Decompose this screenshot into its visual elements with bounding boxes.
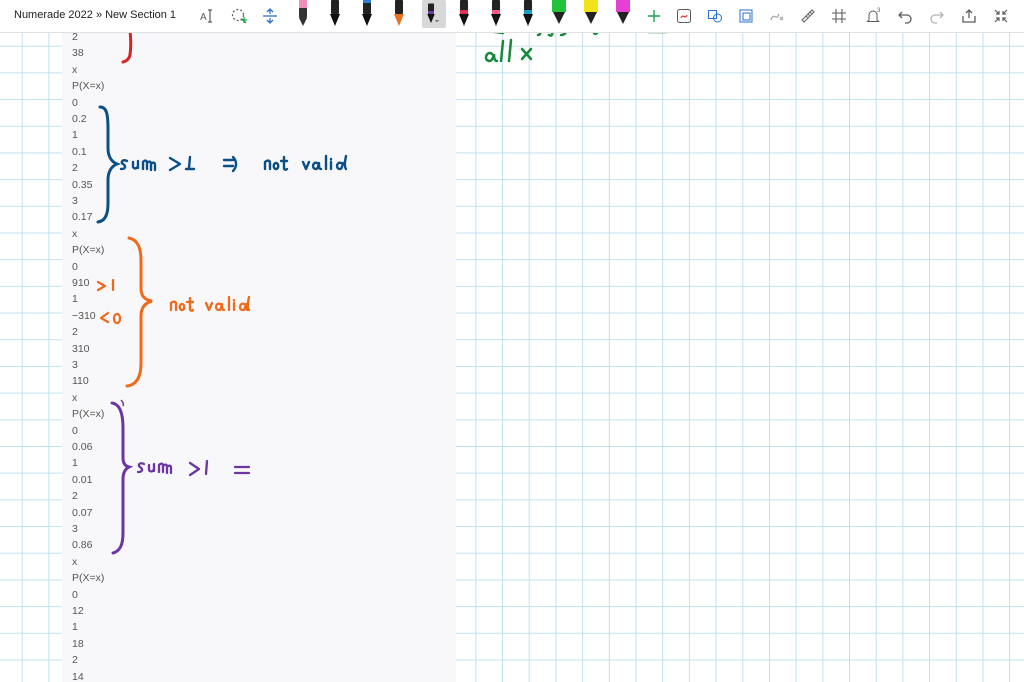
svg-text:3: 3 (877, 8, 881, 14)
pasted-line: P(X=x) (72, 80, 105, 93)
pasted-line: x (72, 63, 78, 76)
pasted-line: 3 (72, 195, 78, 207)
rule-lines-icon[interactable] (828, 5, 850, 27)
pasted-line: 0 (72, 424, 78, 437)
collapse-ribbon-icon[interactable] (990, 5, 1012, 27)
pasted-line: 0.17 (72, 211, 93, 224)
pasted-line: 38 (72, 47, 84, 60)
ink-to-math-icon[interactable] (766, 5, 788, 27)
pasted-line: 3 (72, 523, 78, 535)
pasted-line: 0 (72, 588, 78, 601)
pasted-line: 0.1 (72, 145, 87, 158)
pasted-line: 110 (72, 375, 89, 388)
pasted-line: 1 (72, 293, 78, 306)
highlighter-yellow[interactable] (582, 0, 600, 28)
pasted-line: 0.86 (72, 539, 93, 552)
shapes-icon[interactable] (704, 5, 726, 27)
pasted-line: −310 (72, 309, 96, 322)
pasted-line: P(X=x) (72, 408, 105, 421)
pasted-line: 1 (72, 621, 78, 634)
insert-space-icon[interactable] (259, 5, 281, 27)
pen-purple-selected[interactable] (422, 0, 446, 28)
svg-text:A: A (200, 12, 207, 23)
pasted-line: 2 (72, 33, 78, 43)
sum-all-x-ink (484, 33, 667, 63)
pasted-line: 0 (72, 260, 78, 273)
pasted-line: x (72, 227, 78, 240)
pasted-line: P(X=x) (72, 244, 105, 257)
ink-to-shape-icon[interactable] (735, 5, 757, 27)
pasted-line: 14 (72, 670, 84, 682)
pen-pink-2[interactable] (487, 0, 505, 28)
ink-to-text-icon[interactable]: A (197, 5, 219, 27)
ruler-icon[interactable] (797, 5, 819, 27)
pasted-line: 3 (72, 359, 78, 371)
pasted-line: x (72, 391, 78, 404)
pasted-line: 1 (72, 457, 78, 470)
ribbon-toolbar: Numerade 2022 » New Section 1 A 3 (0, 0, 1024, 33)
pasted-line: 12 (72, 605, 84, 617)
ink-replay-icon[interactable] (673, 5, 695, 27)
pasted-line: 0.07 (72, 506, 93, 519)
pen-black-2[interactable] (358, 0, 376, 28)
redo-icon[interactable] (926, 5, 948, 27)
notifications-icon[interactable]: 3 (862, 5, 884, 27)
note-canvas[interactable]: 2 38 x P(X=x) 0 0.2 1 0.1 2 0.35 3 0.17 x P(X=x) 0 910 1… (0, 33, 1024, 682)
pen-pink[interactable] (294, 0, 312, 28)
pen-orange[interactable] (390, 0, 408, 28)
pasted-line: 310 (72, 342, 90, 355)
pasted-line: 18 (72, 637, 84, 650)
pen-red[interactable] (455, 0, 473, 28)
share-icon[interactable] (958, 5, 980, 27)
pasted-line: 0.01 (72, 473, 93, 486)
pasted-line: 2 (72, 162, 78, 175)
pen-teal[interactable] (519, 0, 537, 28)
pasted-line: 2 (72, 326, 78, 339)
pasted-line: 0.2 (72, 113, 87, 125)
pasted-content-block (62, 33, 456, 682)
lasso-select-icon[interactable] (228, 5, 250, 27)
breadcrumb[interactable]: Numerade 2022 » New Section 1 (14, 9, 176, 21)
pasted-line: 0 (72, 96, 78, 109)
highlighter-magenta[interactable] (614, 0, 632, 28)
pasted-line: 1 (72, 129, 78, 142)
undo-icon[interactable] (894, 5, 916, 27)
pasted-line: 0.06 (72, 441, 93, 453)
pasted-line: P(X=x) (72, 572, 105, 585)
pasted-line: 2 (72, 654, 78, 667)
pen-black[interactable] (326, 0, 344, 28)
pasted-line: 2 (72, 490, 78, 503)
pasted-line: 910 (72, 277, 90, 289)
pasted-line: x (72, 555, 78, 568)
pasted-line: 0.35 (72, 178, 93, 191)
add-pen-icon[interactable] (643, 5, 665, 27)
highlighter-green[interactable] (550, 0, 568, 28)
